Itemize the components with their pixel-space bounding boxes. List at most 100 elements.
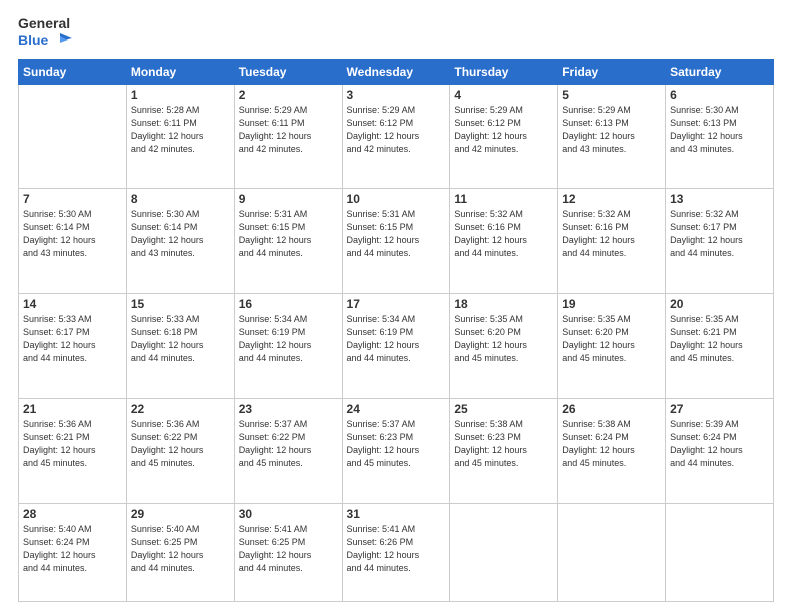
calendar-cell: 18 Sunrise: 5:35 AM Sunset: 6:20 PM Dayli… [450, 294, 558, 399]
day-info: Sunrise: 5:31 AM Sunset: 6:15 PM Dayligh… [239, 208, 338, 260]
calendar-cell: 14 Sunrise: 5:33 AM Sunset: 6:17 PM Dayli… [19, 294, 127, 399]
day-number: 20 [670, 297, 769, 311]
calendar-cell [666, 503, 774, 601]
logo: General Blue [18, 15, 72, 49]
logo-general-text: General [18, 15, 72, 32]
day-number: 23 [239, 402, 338, 416]
calendar-table: SundayMondayTuesdayWednesdayThursdayFrid… [18, 59, 774, 602]
day-info: Sunrise: 5:35 AM Sunset: 6:21 PM Dayligh… [670, 313, 769, 365]
day-info: Sunrise: 5:37 AM Sunset: 6:22 PM Dayligh… [239, 418, 338, 470]
calendar-cell: 28Sunrise: 5:40 AM Sunset: 6:24 PM Dayli… [19, 503, 127, 601]
calendar-cell: 17Sunrise: 5:34 AM Sunset: 6:19 PM Dayli… [342, 294, 450, 399]
day-info: Sunrise: 5:33 AM Sunset: 6:17 PM Dayligh… [23, 313, 122, 365]
logo-bird-icon [50, 33, 72, 47]
weekday-header-sunday: Sunday [19, 59, 127, 84]
day-number: 24 [347, 402, 446, 416]
calendar-cell: 12 Sunrise: 5:32 AM Sunset: 6:16 PM Dayli… [558, 189, 666, 294]
weekday-header-tuesday: Tuesday [234, 59, 342, 84]
calendar-cell: 16Sunrise: 5:34 AM Sunset: 6:19 PM Dayli… [234, 294, 342, 399]
calendar-cell: 10Sunrise: 5:31 AM Sunset: 6:15 PM Dayli… [342, 189, 450, 294]
day-number: 11 [454, 192, 553, 206]
day-info: Sunrise: 5:31 AM Sunset: 6:15 PM Dayligh… [347, 208, 446, 260]
day-number: 25 [454, 402, 553, 416]
day-info: Sunrise: 5:32 AM Sunset: 6:16 PM Dayligh… [562, 208, 661, 260]
calendar-cell: 2 Sunrise: 5:29 AM Sunset: 6:11 PM Daylig… [234, 84, 342, 189]
header: General Blue [18, 15, 774, 49]
calendar-cell: 11 Sunrise: 5:32 AM Sunset: 6:16 PM Dayli… [450, 189, 558, 294]
day-number: 15 [131, 297, 230, 311]
day-number: 21 [23, 402, 122, 416]
calendar-cell: 1Sunrise: 5:28 AM Sunset: 6:11 PM Daylig… [126, 84, 234, 189]
weekday-header-thursday: Thursday [450, 59, 558, 84]
calendar-cell: 22 Sunrise: 5:36 AM Sunset: 6:22 PM Dayli… [126, 398, 234, 503]
calendar-cell [19, 84, 127, 189]
weekday-header-wednesday: Wednesday [342, 59, 450, 84]
calendar-cell: 31Sunrise: 5:41 AM Sunset: 6:26 PM Dayli… [342, 503, 450, 601]
day-number: 4 [454, 88, 553, 102]
calendar-cell: 21 Sunrise: 5:36 AM Sunset: 6:21 PM Dayli… [19, 398, 127, 503]
day-number: 29 [131, 507, 230, 521]
calendar-week-4: 21 Sunrise: 5:36 AM Sunset: 6:21 PM Dayli… [19, 398, 774, 503]
day-number: 8 [131, 192, 230, 206]
day-info: Sunrise: 5:32 AM Sunset: 6:17 PM Dayligh… [670, 208, 769, 260]
calendar-cell: 7 Sunrise: 5:30 AM Sunset: 6:14 PM Daylig… [19, 189, 127, 294]
weekday-header-saturday: Saturday [666, 59, 774, 84]
calendar-cell: 3 Sunrise: 5:29 AM Sunset: 6:12 PM Daylig… [342, 84, 450, 189]
calendar-cell: 13 Sunrise: 5:32 AM Sunset: 6:17 PM Dayli… [666, 189, 774, 294]
day-number: 2 [239, 88, 338, 102]
day-info: Sunrise: 5:37 AM Sunset: 6:23 PM Dayligh… [347, 418, 446, 470]
day-number: 3 [347, 88, 446, 102]
day-info: Sunrise: 5:30 AM Sunset: 6:14 PM Dayligh… [23, 208, 122, 260]
day-info: Sunrise: 5:28 AM Sunset: 6:11 PM Dayligh… [131, 104, 230, 156]
day-number: 22 [131, 402, 230, 416]
calendar-week-3: 14 Sunrise: 5:33 AM Sunset: 6:17 PM Dayli… [19, 294, 774, 399]
day-number: 18 [454, 297, 553, 311]
calendar-cell: 15 Sunrise: 5:33 AM Sunset: 6:18 PM Dayli… [126, 294, 234, 399]
day-info: Sunrise: 5:29 AM Sunset: 6:12 PM Dayligh… [454, 104, 553, 156]
calendar-cell: 30Sunrise: 5:41 AM Sunset: 6:25 PM Dayli… [234, 503, 342, 601]
day-info: Sunrise: 5:32 AM Sunset: 6:16 PM Dayligh… [454, 208, 553, 260]
day-number: 9 [239, 192, 338, 206]
day-info: Sunrise: 5:41 AM Sunset: 6:26 PM Dayligh… [347, 523, 446, 575]
day-number: 13 [670, 192, 769, 206]
day-number: 26 [562, 402, 661, 416]
day-info: Sunrise: 5:35 AM Sunset: 6:20 PM Dayligh… [454, 313, 553, 365]
calendar-cell: 8 Sunrise: 5:30 AM Sunset: 6:14 PM Daylig… [126, 189, 234, 294]
calendar-cell [558, 503, 666, 601]
day-number: 27 [670, 402, 769, 416]
calendar-cell: 9 Sunrise: 5:31 AM Sunset: 6:15 PM Daylig… [234, 189, 342, 294]
day-number: 6 [670, 88, 769, 102]
calendar-cell [450, 503, 558, 601]
day-info: Sunrise: 5:38 AM Sunset: 6:23 PM Dayligh… [454, 418, 553, 470]
calendar-cell: 26 Sunrise: 5:38 AM Sunset: 6:24 PM Dayli… [558, 398, 666, 503]
day-number: 12 [562, 192, 661, 206]
day-info: Sunrise: 5:34 AM Sunset: 6:19 PM Dayligh… [239, 313, 338, 365]
day-number: 19 [562, 297, 661, 311]
day-info: Sunrise: 5:30 AM Sunset: 6:14 PM Dayligh… [131, 208, 230, 260]
day-info: Sunrise: 5:29 AM Sunset: 6:11 PM Dayligh… [239, 104, 338, 156]
day-info: Sunrise: 5:40 AM Sunset: 6:25 PM Dayligh… [131, 523, 230, 575]
calendar-cell: 29 Sunrise: 5:40 AM Sunset: 6:25 PM Dayli… [126, 503, 234, 601]
day-number: 28 [23, 507, 122, 521]
calendar-cell: 5Sunrise: 5:29 AM Sunset: 6:13 PM Daylig… [558, 84, 666, 189]
calendar-week-1: 1Sunrise: 5:28 AM Sunset: 6:11 PM Daylig… [19, 84, 774, 189]
weekday-header-monday: Monday [126, 59, 234, 84]
day-info: Sunrise: 5:41 AM Sunset: 6:25 PM Dayligh… [239, 523, 338, 575]
day-number: 7 [23, 192, 122, 206]
day-info: Sunrise: 5:33 AM Sunset: 6:18 PM Dayligh… [131, 313, 230, 365]
day-info: Sunrise: 5:30 AM Sunset: 6:13 PM Dayligh… [670, 104, 769, 156]
day-number: 14 [23, 297, 122, 311]
calendar-cell: 24 Sunrise: 5:37 AM Sunset: 6:23 PM Dayli… [342, 398, 450, 503]
day-info: Sunrise: 5:36 AM Sunset: 6:21 PM Dayligh… [23, 418, 122, 470]
page: General Blue SundayMondayTuesdayWednesda… [0, 0, 792, 612]
day-info: Sunrise: 5:36 AM Sunset: 6:22 PM Dayligh… [131, 418, 230, 470]
calendar-cell: 23 Sunrise: 5:37 AM Sunset: 6:22 PM Dayli… [234, 398, 342, 503]
day-info: Sunrise: 5:29 AM Sunset: 6:13 PM Dayligh… [562, 104, 661, 156]
day-info: Sunrise: 5:38 AM Sunset: 6:24 PM Dayligh… [562, 418, 661, 470]
calendar-cell: 19Sunrise: 5:35 AM Sunset: 6:20 PM Dayli… [558, 294, 666, 399]
weekday-header-row: SundayMondayTuesdayWednesdayThursdayFrid… [19, 59, 774, 84]
calendar-week-5: 28Sunrise: 5:40 AM Sunset: 6:24 PM Dayli… [19, 503, 774, 601]
calendar-cell: 27Sunrise: 5:39 AM Sunset: 6:24 PM Dayli… [666, 398, 774, 503]
day-info: Sunrise: 5:29 AM Sunset: 6:12 PM Dayligh… [347, 104, 446, 156]
day-number: 17 [347, 297, 446, 311]
